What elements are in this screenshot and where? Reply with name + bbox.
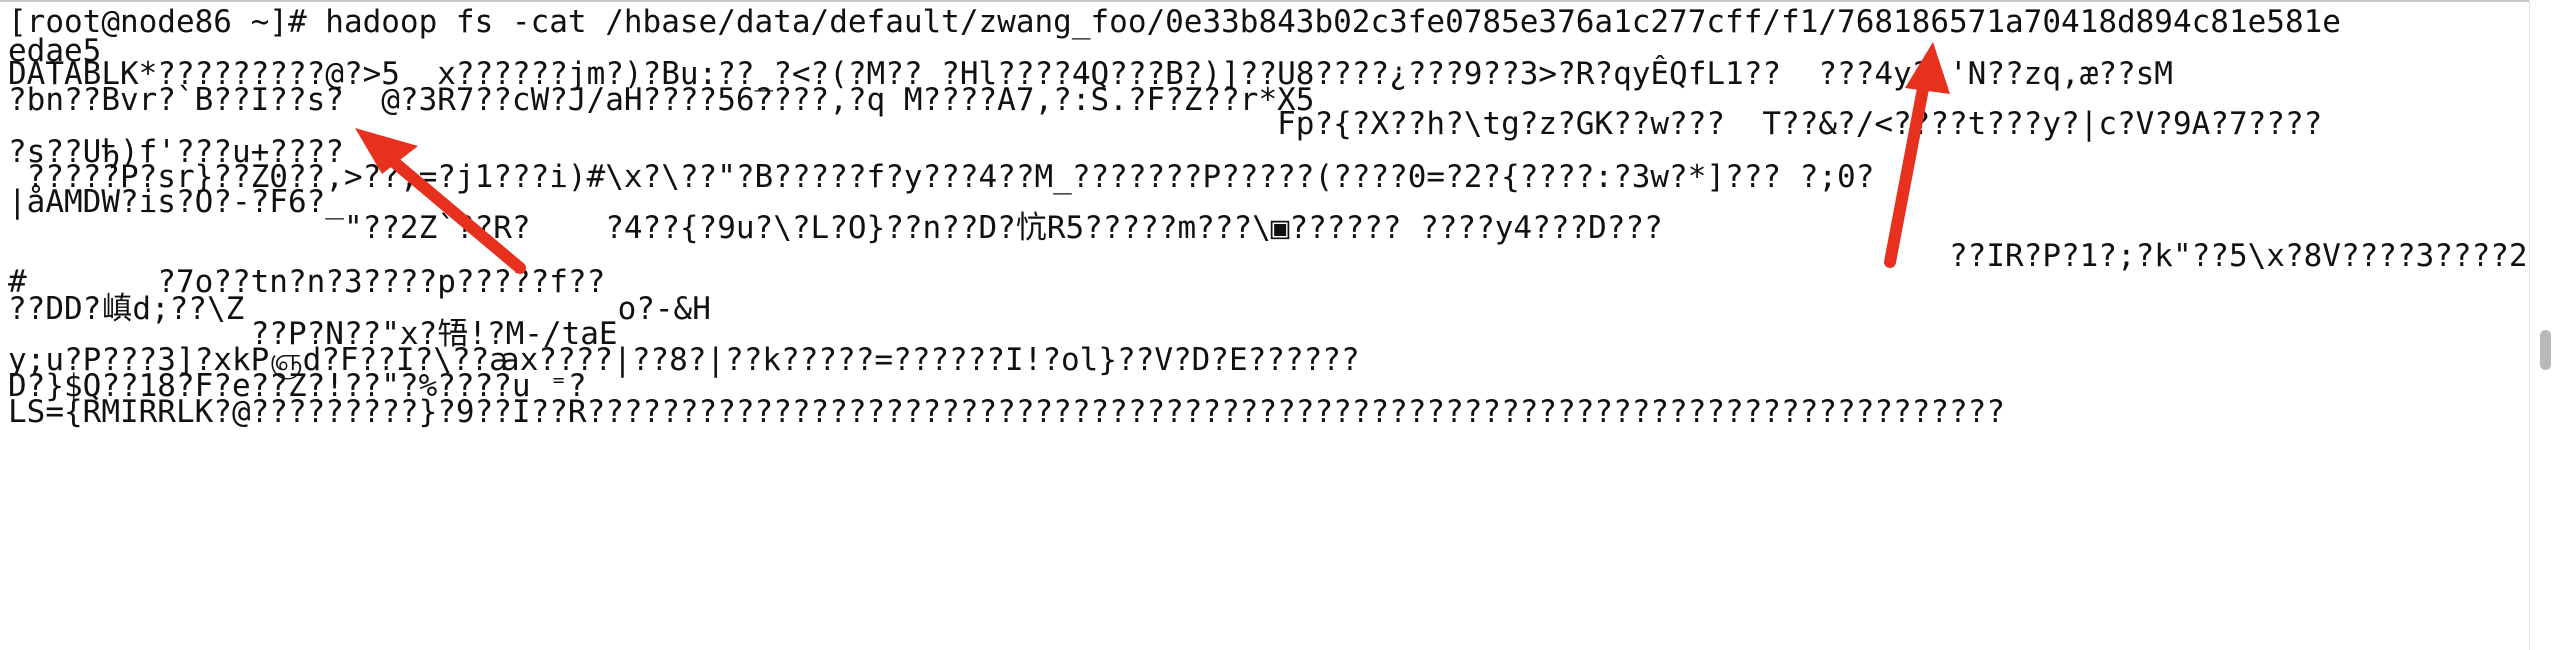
terminal-line-partial: LS={RMIRRLK?@?????????}?9??I??R?????????… <box>8 394 2006 430</box>
terminal-line: Fp?{?X??h?\tg?z?GK??w??? T??&?/<????t???… <box>8 106 2323 142</box>
terminal-line-command: [root@node86 ~]# hadoop fs -cat /hbase/d… <box>8 4 2341 40</box>
scrollbar-thumb[interactable] <box>2540 330 2551 370</box>
vertical-scrollbar[interactable] <box>2529 0 2560 650</box>
terminal-window[interactable]: [root@node86 ~]# hadoop fs -cat /hbase/d… <box>0 0 2530 650</box>
